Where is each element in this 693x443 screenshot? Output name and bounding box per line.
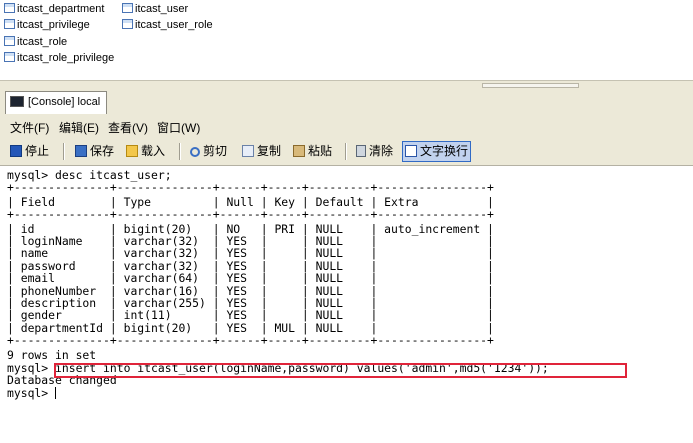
menu-view[interactable]: 查看(V) [108, 119, 148, 136]
table-item-label: itcast_department [17, 3, 105, 15]
word-wrap-icon [405, 145, 417, 157]
table-item-label: itcast_user_role [135, 19, 213, 31]
table-item-itcast-user[interactable]: itcast_user [122, 1, 188, 17]
folder-icon [126, 145, 138, 157]
console-output[interactable]: mysql> desc itcast_user; +--------------+… [0, 166, 693, 443]
console-icon [10, 96, 24, 107]
save-icon [75, 145, 87, 157]
trash-icon [356, 145, 366, 157]
table-item-label: itcast_role [17, 36, 68, 48]
clear-label: 清除 [369, 144, 394, 158]
table-item-itcast-privilege[interactable]: itcast_privilege [4, 17, 90, 33]
paste-label: 粘贴 [308, 144, 333, 158]
console-line: | gender | int(11) | YES | | NULL | | [7, 308, 494, 323]
console-line: | email | varchar(64) | YES | | NULL | | [7, 271, 494, 286]
console-line: 9 rows in set [7, 347, 97, 362]
table-icon [4, 3, 15, 13]
toolbar-separator [345, 143, 347, 160]
menu-file[interactable]: 文件(F) [10, 119, 49, 136]
table-icon [4, 19, 15, 29]
table-item-label: itcast_role_privilege [17, 52, 115, 64]
stop-button[interactable]: 停止 [8, 142, 51, 161]
table-icon [122, 3, 133, 13]
word-wrap-label: 文字换行 [420, 144, 469, 158]
console-prompt: mysql> [7, 385, 57, 400]
load-label: 载入 [141, 144, 166, 158]
save-button[interactable]: 保存 [73, 142, 116, 161]
console-line: +--------------+--------------+------+--… [7, 180, 494, 195]
copy-button[interactable]: 复制 [240, 142, 283, 161]
console-line: +--------------+--------------+------+--… [7, 207, 494, 222]
menu-bar: 文件(F) 编辑(E) 查看(V) 窗口(W) [0, 114, 693, 138]
copy-label: 复制 [257, 144, 282, 158]
toolbar: 停止 保存 载入 剪切 复制 粘贴 清除 文字换行 [0, 138, 693, 166]
stop-icon [10, 145, 22, 157]
console-tab-strip: [Console] local [0, 88, 693, 115]
scissors-icon [190, 147, 200, 157]
table-list: itcast_department itcast_user itcast_pri… [0, 0, 693, 80]
table-item-itcast-role[interactable]: itcast_role [4, 34, 67, 50]
menu-edit[interactable]: 编辑(E) [59, 119, 99, 136]
stop-label: 停止 [25, 144, 50, 158]
clear-button[interactable]: 清除 [354, 142, 395, 161]
load-button[interactable]: 载入 [124, 142, 167, 161]
table-icon [4, 36, 15, 46]
toolbar-separator [179, 143, 181, 160]
paste-icon [293, 145, 305, 157]
tab-console-local[interactable]: [Console] local [5, 91, 108, 114]
menu-window[interactable]: 窗口(W) [157, 119, 200, 136]
save-label: 保存 [90, 144, 115, 158]
table-item-label: itcast_user [135, 3, 189, 15]
table-item-itcast-department[interactable]: itcast_department [4, 1, 104, 17]
table-item-itcast-user-role[interactable]: itcast_user_role [122, 17, 213, 33]
highlight-box [54, 363, 627, 378]
text-caret [55, 386, 57, 399]
word-wrap-toggle[interactable]: 文字换行 [402, 141, 472, 162]
paste-button[interactable]: 粘贴 [291, 142, 334, 161]
toolbar-separator [63, 143, 65, 160]
tab-label: [Console] local [28, 96, 101, 108]
cut-label: 剪切 [203, 144, 228, 158]
table-item-label: itcast_privilege [17, 19, 90, 31]
table-icon [122, 19, 133, 29]
table-item-itcast-role-privilege[interactable]: itcast_role_privilege [4, 50, 114, 66]
cut-button[interactable]: 剪切 [188, 142, 229, 161]
console-line: +--------------+--------------+------+--… [7, 333, 494, 348]
table-icon [4, 52, 15, 62]
copy-icon [242, 145, 254, 157]
console-line: | name | varchar(32) | YES | | NULL | | [7, 246, 494, 261]
